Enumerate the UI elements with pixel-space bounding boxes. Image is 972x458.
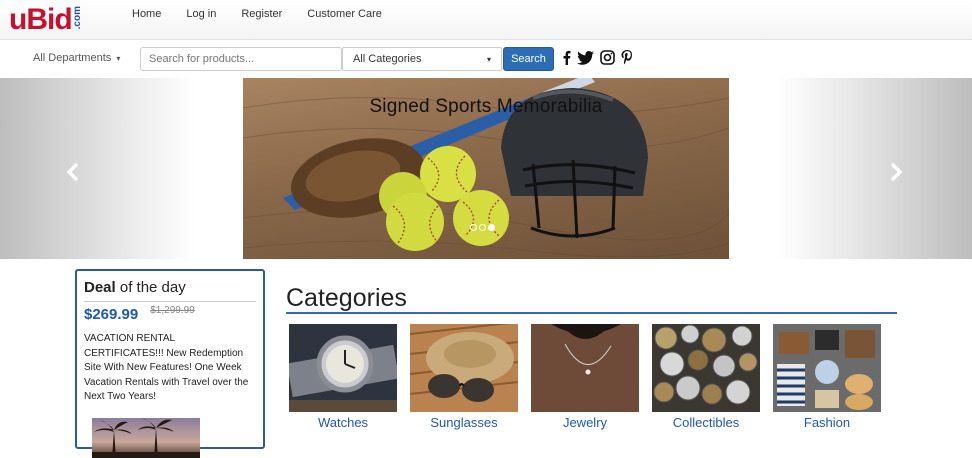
twitter-icon[interactable] [577,50,594,65]
categories-heading: Categories [286,284,407,312]
necklace-icon [531,324,639,412]
category-jewelry[interactable]: Jewelry [531,324,652,430]
category-select[interactable]: All Categories ▾ [342,47,502,71]
category-label[interactable]: Fashion [773,415,881,430]
nav-login-link[interactable]: Log in [186,8,216,20]
instagram-icon[interactable] [600,50,615,65]
coins-icon [652,324,760,412]
category-label[interactable]: Watches [289,415,397,430]
category-label[interactable]: Sunglasses [410,415,518,430]
deal-title-bold: Deal [84,279,116,296]
category-collectibles[interactable]: Collectibles [652,324,773,430]
search-button[interactable]: Search [503,47,554,71]
carousel-indicators [470,224,497,231]
facebook-icon[interactable] [562,50,571,65]
select-arrow-icon: ▾ [486,54,491,64]
deal-description[interactable]: VACATION RENTAL CERTIFICATES!!! New Rede… [84,332,256,405]
logo-bid: Bid [26,3,72,36]
watch-icon [289,324,397,412]
carousel-slide[interactable]: Signed Sports Memorabilia [243,78,729,259]
carousel-prev-button[interactable] [66,162,80,188]
divider [84,301,256,302]
categories-underline [286,312,897,314]
palm-trees-image [92,417,200,458]
main-nav: Home Log in Register Customer Care [132,0,407,28]
jewelry-image[interactable] [531,324,639,412]
logo-u: u [9,3,27,36]
chevron-left-icon [66,162,79,182]
logo-com: .com [71,6,83,30]
carousel-dot[interactable] [470,224,477,231]
nav-register-link[interactable]: Register [241,8,282,20]
fashion-image[interactable] [773,324,881,412]
category-fashion[interactable]: Fashion [773,324,894,430]
caret-down-icon: ▾ [116,53,121,63]
category-watches[interactable]: Watches [289,324,410,430]
carousel-dot-active[interactable] [488,224,495,231]
deal-title-rest: of the day [115,279,186,296]
deal-title: Deal of the day [84,279,256,296]
collectibles-image[interactable] [652,324,760,412]
category-label[interactable]: Jewelry [531,415,639,430]
nav-home-link[interactable]: Home [132,8,161,20]
departments-dropdown[interactable]: All Departments ▾ [33,52,120,64]
search-input[interactable] [140,47,342,71]
nav-customer-care-link[interactable]: Customer Care [307,8,382,20]
sunglasses-icon [410,324,518,412]
slide-title[interactable]: Signed Sports Memorabilia [243,96,729,118]
category-grid: Watches Sunglasses Jewelry Collectibles … [289,324,894,430]
category-sunglasses[interactable]: Sunglasses [410,324,531,430]
pinterest-icon[interactable] [621,50,633,65]
search-bar-row: All Departments ▾ All Categories ▾ Searc… [0,41,972,78]
social-links [562,50,639,65]
carousel-dot[interactable] [479,224,486,231]
category-label[interactable]: Collectibles [652,415,760,430]
deal-price: $269.99 [84,306,139,323]
deal-of-the-day-box: Deal of the day $269.99 $1,299.99 VACATIO… [75,269,265,458]
fashion-flatlay-icon [773,324,881,412]
category-select-value: All Categories [353,53,422,65]
deal-image[interactable] [92,417,200,458]
top-navbar: u Bid .com Home Log in Register Customer C… [0,0,972,40]
watches-image[interactable] [289,324,397,412]
deal-old-price: $1,299.99 [150,305,195,316]
ubid-logo[interactable]: u Bid .com [9,2,83,38]
carousel-next-button[interactable] [889,162,903,188]
chevron-right-icon [890,162,903,182]
hero-carousel: Signed Sports Memorabilia [0,78,972,259]
departments-label: All Departments [33,52,112,64]
sunglasses-image[interactable] [410,324,518,412]
